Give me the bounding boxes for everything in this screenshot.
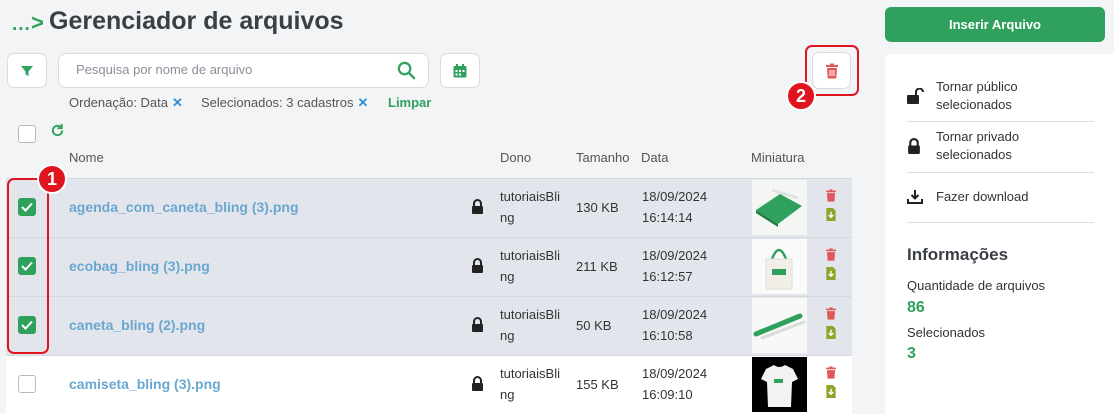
owner-text-wrap: ng: [500, 387, 515, 402]
thumbnail-image[interactable]: [752, 180, 807, 235]
select-all-checkbox[interactable]: [18, 125, 36, 143]
column-size[interactable]: Tamanho: [576, 150, 629, 165]
owner-text-wrap: ng: [500, 328, 515, 343]
time-text: 16:09:10: [642, 387, 693, 402]
date-filter-button[interactable]: [440, 53, 480, 88]
selected-count-label: Selecionados: [907, 325, 986, 340]
thumbnail-image[interactable]: [752, 357, 807, 412]
remove-ordering-icon[interactable]: ✕: [172, 95, 183, 110]
size-text: 50 KB: [576, 318, 612, 333]
lock-icon: [472, 199, 483, 214]
time-text: 16:12:57: [642, 269, 693, 284]
date-text: 18/09/2024: [642, 307, 708, 322]
thumbnail-image[interactable]: [752, 298, 807, 353]
lock-icon: [472, 317, 483, 332]
info-title: Informações: [907, 245, 1009, 264]
remove-selected-icon[interactable]: ✕: [357, 95, 368, 110]
row-download-icon[interactable]: [825, 267, 837, 280]
highlight-box-checkboxes: [7, 178, 49, 354]
row-download-icon[interactable]: [825, 385, 837, 398]
divider: [907, 222, 1094, 223]
delete-selected-button[interactable]: [812, 52, 851, 89]
filter-icon: [21, 65, 33, 76]
size-text: 211 KB: [576, 259, 618, 274]
breadcrumb-ellipsis[interactable]: ...: [12, 14, 31, 36]
selected-filter-label: Selecionados: 3 cadastros: [201, 95, 354, 110]
divider: [907, 121, 1094, 122]
owner-text: tutoriaisBli: [500, 248, 560, 263]
ordering-filter: Ordenação: Data ✕: [69, 95, 183, 111]
make-public-action[interactable]: Tornar público selecionados: [936, 78, 1086, 114]
size-text: 155 KB: [576, 377, 619, 392]
make-private-label-1: Tornar privado: [936, 129, 1020, 144]
lock-icon: [472, 258, 483, 273]
download-action[interactable]: Fazer download: [936, 188, 1086, 206]
file-name-link[interactable]: camiseta_bling (3).png: [69, 376, 221, 392]
row-checkbox[interactable]: [18, 375, 36, 393]
column-owner[interactable]: Dono: [500, 150, 531, 165]
file-name-link[interactable]: ecobag_bling (3).png: [69, 258, 210, 274]
make-public-label-1: Tornar público: [936, 79, 1018, 94]
size-text: 130 KB: [576, 200, 619, 215]
breadcrumb-chevron-icon: >: [31, 10, 44, 35]
divider: [907, 172, 1094, 173]
annotation-badge-1: 1: [37, 164, 67, 194]
unlock-icon: [907, 88, 924, 104]
owner-text: tutoriaisBli: [500, 366, 560, 381]
row-delete-icon[interactable]: [825, 189, 837, 202]
search-box[interactable]: [58, 53, 429, 88]
date-text: 18/09/2024: [642, 189, 708, 204]
time-text: 16:14:14: [642, 210, 693, 225]
owner-text-wrap: ng: [500, 210, 515, 225]
selected-filter: Selecionados: 3 cadastros ✕: [201, 95, 368, 111]
file-count-value: 86: [907, 299, 925, 316]
row-delete-icon[interactable]: [825, 248, 837, 261]
row-delete-icon[interactable]: [825, 307, 837, 320]
ordering-filter-label: Ordenação: Data: [69, 95, 169, 110]
column-date[interactable]: Data: [641, 150, 668, 165]
calendar-icon: [453, 63, 467, 77]
clear-filters-link[interactable]: Limpar: [388, 95, 431, 110]
column-thumbnail: Miniatura: [751, 150, 805, 165]
column-name[interactable]: Nome: [69, 150, 104, 165]
owner-text: tutoriaisBli: [500, 189, 560, 204]
file-name-link[interactable]: caneta_bling (2).png: [69, 317, 205, 333]
owner-text: tutoriaisBli: [500, 307, 560, 322]
search-input[interactable]: [76, 62, 386, 77]
insert-file-button[interactable]: Inserir Arquivo: [885, 7, 1105, 42]
selected-count-value: 3: [907, 345, 916, 362]
refresh-icon[interactable]: [50, 123, 65, 138]
date-text: 18/09/2024: [642, 248, 708, 263]
make-private-label-2: selecionados: [936, 147, 1012, 162]
time-text: 16:10:58: [642, 328, 693, 343]
make-public-label-2: selecionados: [936, 97, 1012, 112]
lock-icon: [908, 138, 920, 154]
search-icon[interactable]: [397, 61, 416, 80]
make-private-action[interactable]: Tornar privado selecionados: [936, 128, 1086, 164]
row-download-icon[interactable]: [825, 208, 837, 221]
page-title: Gerenciador de arquivos: [49, 7, 344, 35]
annotation-badge-2: 2: [786, 81, 816, 111]
thumbnail-image[interactable]: [752, 239, 807, 294]
file-name-link[interactable]: agenda_com_caneta_bling (3).png: [69, 199, 299, 215]
row-download-icon[interactable]: [825, 326, 837, 339]
filter-button[interactable]: [7, 53, 47, 88]
owner-text-wrap: ng: [500, 269, 515, 284]
row-delete-icon[interactable]: [825, 366, 837, 379]
trash-icon: [825, 63, 838, 78]
file-count-label: Quantidade de arquivos: [907, 278, 1046, 293]
lock-icon: [472, 376, 483, 391]
download-icon: [907, 190, 923, 204]
date-text: 18/09/2024: [642, 366, 708, 381]
